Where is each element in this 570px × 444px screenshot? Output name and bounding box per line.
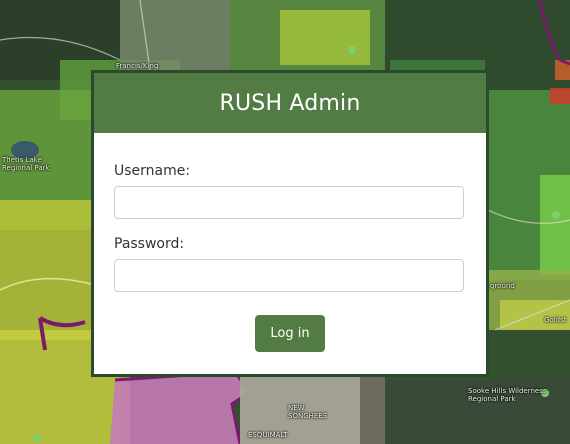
password-label: Password: <box>114 236 185 252</box>
map-label-thetis-lake: Thetis Lake Regional Park <box>2 156 50 172</box>
login-title: RUSH Admin <box>219 90 361 116</box>
map-label-esquimalt: ESQUIMALT <box>248 431 288 439</box>
map-label-new-songhees: NEW SONGHEES <box>288 404 328 420</box>
username-input[interactable] <box>114 186 464 219</box>
login-header: RUSH Admin <box>94 73 486 133</box>
map-label-francis-king: Francis/King <box>116 62 159 70</box>
login-button[interactable]: Log in <box>255 315 325 352</box>
map-label-sooke-hills: Sooke Hills Wilderness Regional Park <box>468 387 547 403</box>
login-card: RUSH Admin Username: Password: Log in <box>91 70 489 377</box>
map-label-goldstream: Goldst <box>544 316 567 324</box>
username-label: Username: <box>114 163 191 179</box>
map-label-ground: ground <box>490 282 515 290</box>
password-input[interactable] <box>114 259 464 292</box>
